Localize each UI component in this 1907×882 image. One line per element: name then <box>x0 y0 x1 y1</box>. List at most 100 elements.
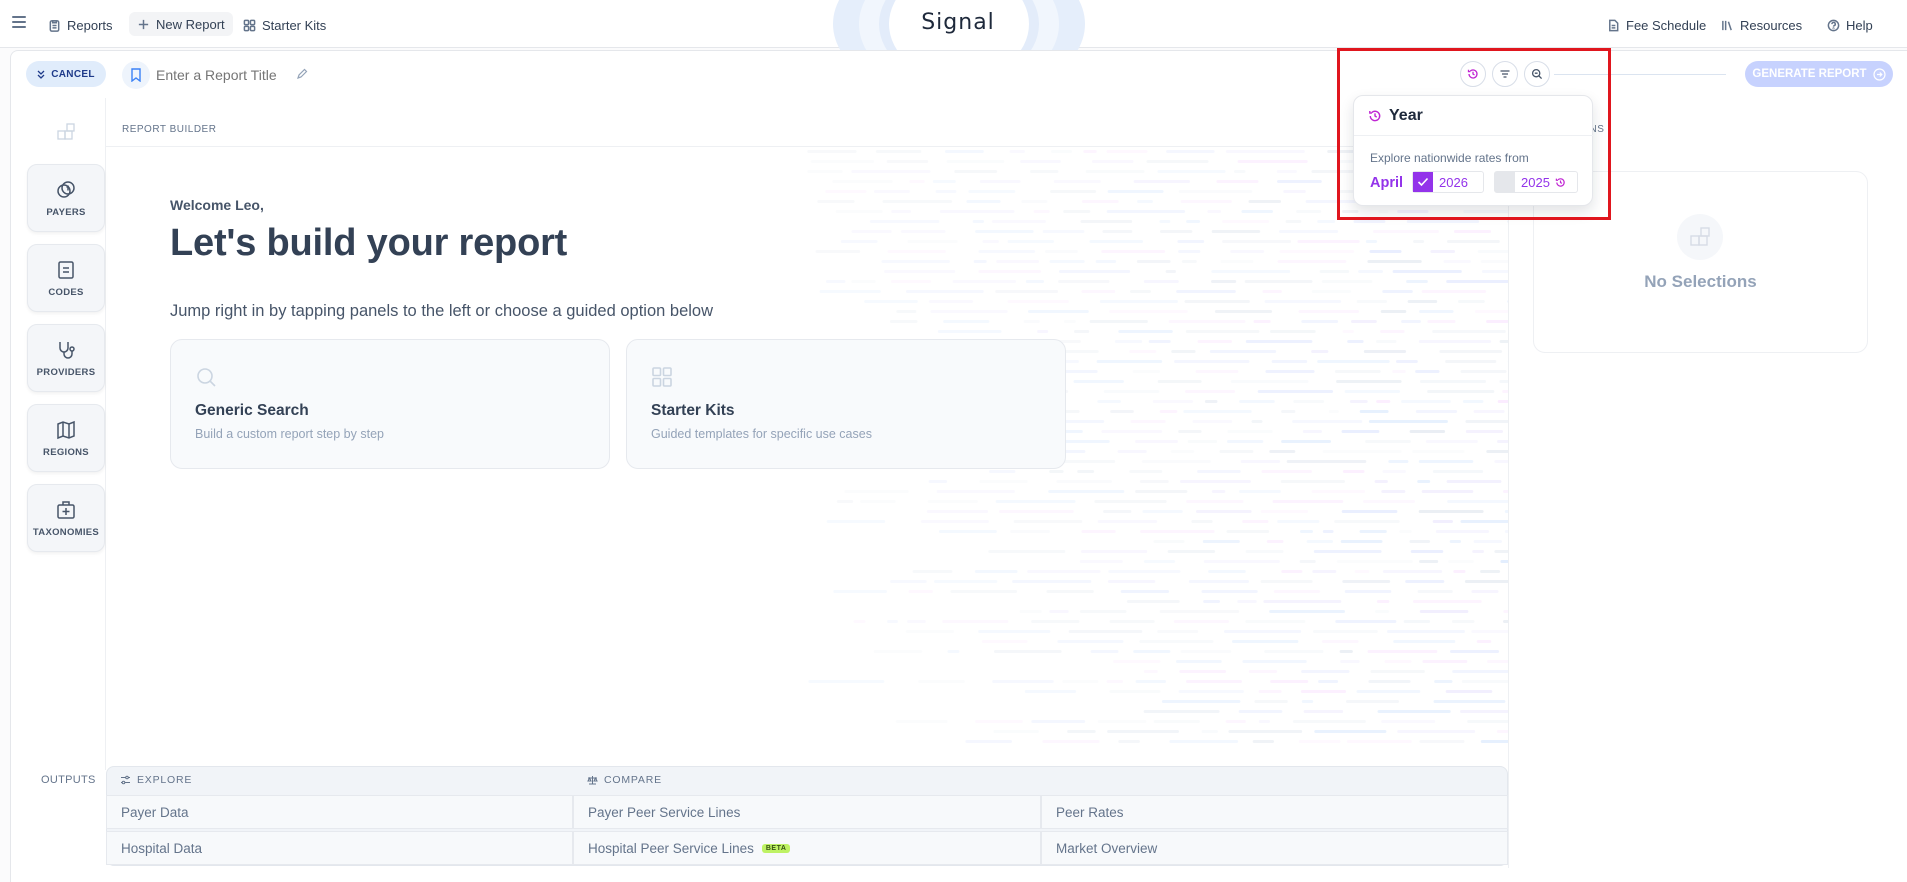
sidebar-item-codes[interactable]: CODES <box>27 244 105 312</box>
decorative-dash <box>1319 270 1350 273</box>
decorative-dash <box>895 720 948 723</box>
decorative-dash <box>1244 280 1313 283</box>
decorative-dash <box>1203 600 1220 603</box>
decorative-dash <box>826 280 846 283</box>
decorative-dash <box>886 160 929 163</box>
highlight-annotation <box>1337 48 1611 220</box>
output-peer-rates[interactable]: Peer Rates <box>1041 795 1508 829</box>
generic-search-card[interactable]: Generic Search Build a custom report ste… <box>170 339 610 469</box>
decorative-dash <box>1433 700 1506 703</box>
card-description: Guided templates for specific use cases <box>651 427 872 441</box>
decorative-dash <box>1185 330 1260 333</box>
bookmark-button[interactable] <box>122 61 150 89</box>
nav-reports[interactable]: Reports <box>48 14 113 36</box>
decorative-dash <box>1435 530 1490 533</box>
decorative-dash <box>1318 680 1339 683</box>
decorative-dash <box>909 180 925 183</box>
cancel-button[interactable]: CANCEL <box>26 61 106 87</box>
sidebar-item-taxonomies[interactable]: TAXONOMIES <box>27 484 105 552</box>
decorative-dash <box>1153 540 1185 543</box>
decorative-dash <box>851 170 931 173</box>
sidebar-item-regions[interactable]: REGIONS <box>27 404 105 472</box>
decorative-dash <box>932 180 956 183</box>
output-market-overview[interactable]: Market Overview <box>1041 831 1508 865</box>
decorative-dash <box>1260 580 1313 583</box>
decorative-dash <box>975 720 1023 723</box>
sidebar-item-providers[interactable]: PROVIDERS <box>27 324 105 392</box>
decorative-dash <box>1503 610 1508 613</box>
decorative-dash <box>1342 470 1365 473</box>
decorative-dash <box>1191 520 1213 523</box>
decorative-dash <box>1427 320 1456 323</box>
search-icon <box>197 368 216 387</box>
decorative-dash <box>974 570 1018 573</box>
decorative-dash <box>1137 200 1153 203</box>
sidebar-item-payers[interactable]: PAYERS <box>27 164 105 232</box>
decorative-dash <box>1238 710 1283 713</box>
decorative-dash <box>927 500 978 503</box>
decorative-dash <box>1211 490 1226 493</box>
output-hospital-data[interactable]: Hospital Data <box>106 831 573 865</box>
decorative-dash <box>1418 510 1484 513</box>
decorative-dash <box>996 260 1039 263</box>
decorative-dash <box>1013 520 1083 523</box>
decorative-dash <box>1445 690 1493 693</box>
decorative-dash <box>1373 230 1439 233</box>
pencil-icon[interactable] <box>296 68 308 80</box>
decorative-dash <box>1059 270 1131 273</box>
report-title-input[interactable] <box>156 64 316 86</box>
decorative-dash <box>1142 510 1183 513</box>
bookmark-icon <box>131 68 141 82</box>
decorative-dash <box>1129 350 1157 353</box>
decorative-dash <box>1313 630 1378 633</box>
decorative-dash <box>1473 410 1505 413</box>
help-circle-icon <box>1827 19 1840 31</box>
decorative-dash <box>1272 500 1344 503</box>
decorative-dash <box>1021 200 1048 203</box>
menu-icon[interactable] <box>12 16 26 28</box>
brand-logo[interactable]: Signal <box>888 10 1028 35</box>
nav-help[interactable]: Help <box>1827 14 1873 36</box>
output-hospital-peer-service-lines[interactable]: Hospital Peer Service Lines BETA <box>573 831 1041 865</box>
decorative-dash <box>1117 450 1147 453</box>
nav-starter-kits[interactable]: Starter Kits <box>243 14 326 36</box>
decorative-dash <box>1486 320 1508 323</box>
decorative-dash <box>1339 650 1353 653</box>
decorative-dash <box>943 320 990 323</box>
decorative-dash <box>1328 410 1339 413</box>
decorative-dash <box>1376 340 1397 343</box>
decorative-dash <box>1260 510 1308 513</box>
nav-resources-label: Resources <box>1740 17 1803 33</box>
nav-resources[interactable]: Resources <box>1721 14 1802 36</box>
decorative-dash <box>1130 420 1166 423</box>
decorative-dash <box>1073 380 1124 383</box>
decorative-dash <box>1450 650 1500 653</box>
decorative-dash <box>860 500 896 503</box>
decorative-dash <box>1106 150 1148 153</box>
output-payer-peer-service-lines[interactable]: Payer Peer Service Lines <box>573 795 1041 829</box>
decorative-dash <box>1322 530 1334 533</box>
decorative-dash <box>1452 620 1475 623</box>
decorative-dash <box>907 240 958 243</box>
decorative-dash <box>1480 740 1508 743</box>
generate-report-button[interactable]: GENERATE REPORT <box>1745 61 1893 87</box>
decorative-dash <box>1234 170 1246 173</box>
decorative-dash <box>1353 220 1386 223</box>
decorative-dash <box>918 680 965 683</box>
output-payer-data[interactable]: Payer Data <box>106 795 573 829</box>
starter-kits-card[interactable]: Starter Kits Guided templates for specif… <box>626 339 1066 469</box>
decorative-dash <box>1410 550 1444 553</box>
decorative-dash <box>1449 540 1461 543</box>
decorative-dash <box>890 320 918 323</box>
decorative-dash <box>1264 300 1342 303</box>
nav-new-report[interactable]: New Report <box>129 12 233 36</box>
nav-fee-schedule[interactable]: Fee Schedule <box>1607 14 1706 36</box>
decorative-dash <box>840 240 878 243</box>
layout-icon <box>57 123 75 140</box>
decorative-dash <box>1381 720 1436 723</box>
decorative-dash <box>1211 280 1237 283</box>
decorative-dash <box>1452 670 1508 673</box>
decorative-dash <box>1269 450 1296 453</box>
decorative-dash <box>1388 460 1409 463</box>
decorative-dash <box>1471 630 1508 633</box>
